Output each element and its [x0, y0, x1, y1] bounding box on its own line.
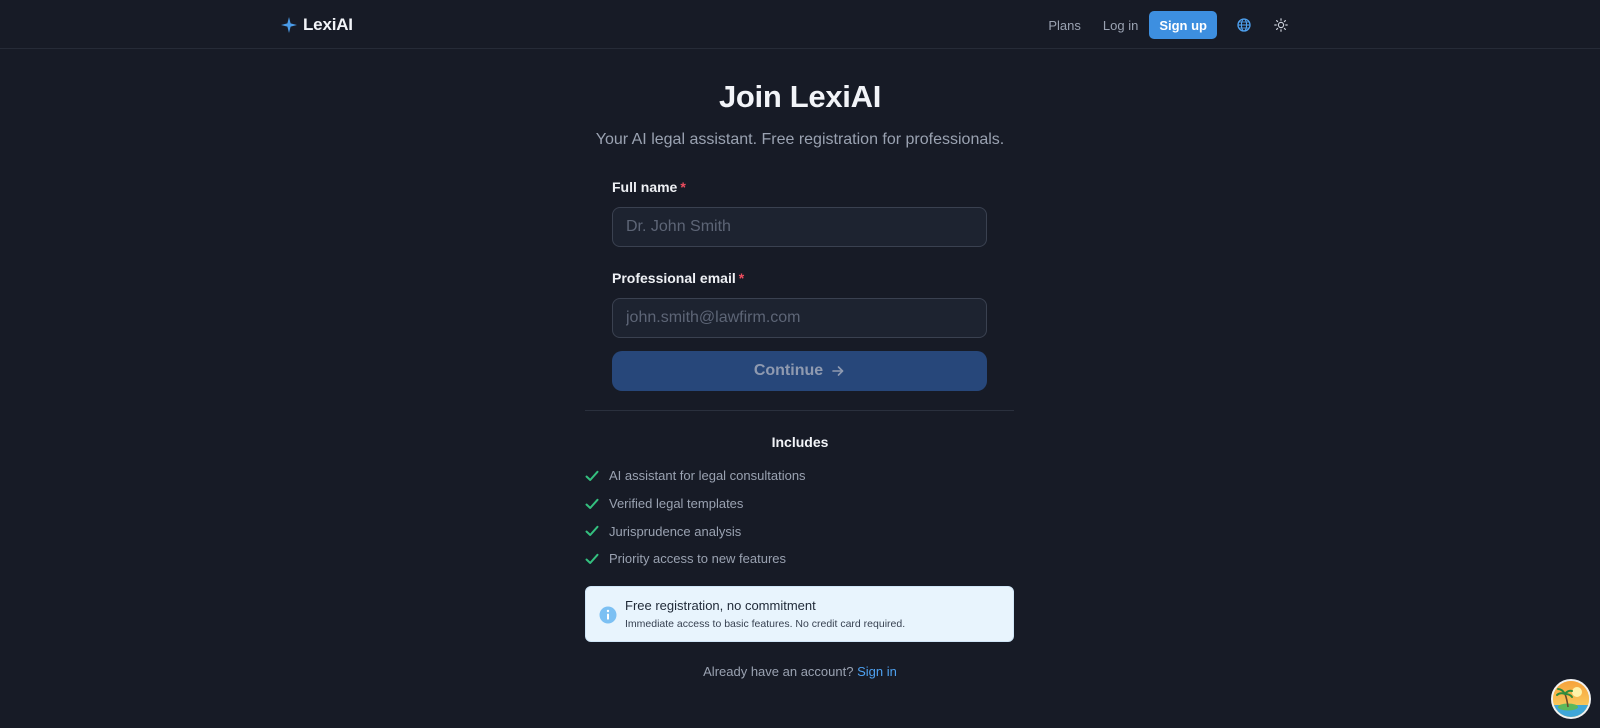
email-field-group: Professional email *: [612, 270, 987, 338]
info-icon: [599, 606, 617, 624]
feature-text: Jurisprudence analysis: [609, 523, 742, 539]
feature-text: Priority access to new features: [609, 551, 787, 567]
nav-login-link[interactable]: Log in: [1103, 18, 1138, 33]
email-label: Professional email *: [612, 270, 987, 288]
nav-plans-link[interactable]: Plans: [1048, 18, 1081, 33]
signin-prompt: Already have an account? Sign in: [0, 664, 1600, 679]
list-item: AI assistant for legal consultations: [585, 462, 806, 490]
required-marker: *: [738, 270, 745, 286]
continue-label: Continue: [753, 362, 824, 379]
list-item: Verified legal templates: [585, 490, 806, 518]
list-item: Priority access to new features: [585, 545, 806, 573]
continue-button[interactable]: Continue: [612, 351, 987, 391]
notice-text: Immediate access to basic features. No c…: [625, 618, 906, 630]
full-name-label-text: Full name: [612, 179, 678, 195]
island-avatar-icon: [1553, 681, 1589, 717]
list-item: Jurisprudence analysis: [585, 517, 806, 545]
check-icon: [585, 498, 599, 509]
feature-text: Verified legal templates: [609, 496, 744, 512]
signin-prompt-text: Already have an account?: [703, 664, 854, 679]
header-nav: Plans Log in Sign up: [1048, 11, 1292, 39]
sun-icon: [1274, 18, 1288, 32]
email-label-text: Professional email: [612, 270, 736, 286]
signup-form: Full name* Professional email* Continue: [612, 179, 987, 391]
required-marker: *: [680, 179, 686, 195]
check-icon: [585, 470, 599, 481]
signup-button[interactable]: Sign up: [1149, 11, 1217, 39]
page-subtitle: Your AI legal assistant. Free registrati…: [595, 131, 1005, 148]
signin-link[interactable]: Sign in: [857, 664, 897, 679]
check-icon: [585, 553, 599, 564]
section-divider: [585, 410, 1014, 411]
assistant-launcher-avatar[interactable]: [1551, 679, 1591, 719]
email-input[interactable]: [612, 298, 987, 338]
top-navbar: LexiAI Plans Log in Sign up: [0, 0, 1600, 49]
check-icon: [585, 526, 599, 537]
full-name-label: Full name *: [612, 179, 987, 197]
info-notice: Free registration, no commitment Immedia…: [585, 586, 1014, 642]
brand-logo[interactable]: LexiAI: [281, 13, 353, 37]
brand-name: LexiAI: [303, 15, 353, 34]
feature-text: AI assistant for legal consultations: [609, 468, 806, 484]
theme-toggle-button[interactable]: [1270, 14, 1292, 36]
full-name-input[interactable]: [612, 207, 987, 247]
sparkle-icon: [281, 17, 297, 33]
language-button[interactable]: [1233, 14, 1255, 36]
includes-title: Includes: [771, 434, 829, 450]
globe-icon: [1237, 18, 1251, 32]
page-title: Join LexiAI: [718, 79, 882, 114]
notice-title: Free registration, no commitment: [625, 598, 816, 613]
arrow-right-icon: [832, 366, 844, 376]
features-list: AI assistant for legal consultations Ver…: [585, 462, 806, 573]
